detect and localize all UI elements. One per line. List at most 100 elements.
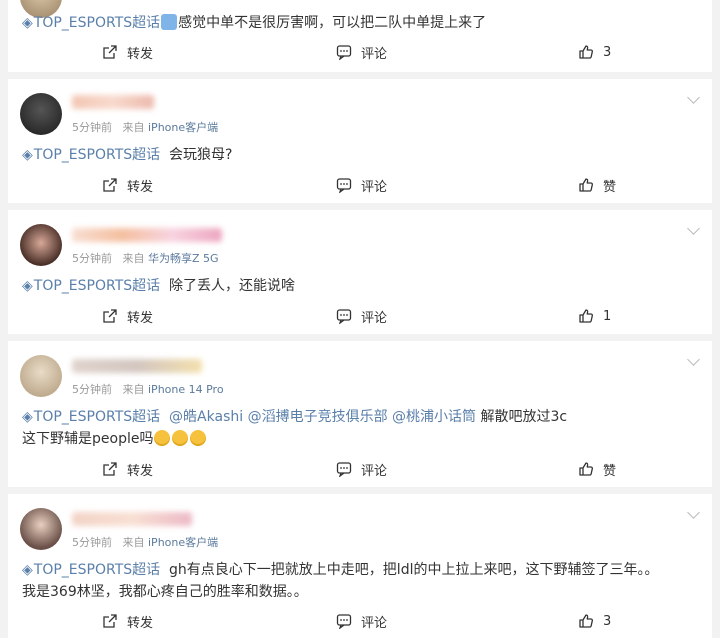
comment-label: 评论 bbox=[361, 310, 388, 326]
comment-button[interactable]: 评论 bbox=[336, 611, 387, 631]
avatar[interactable] bbox=[20, 93, 62, 135]
supertopic-tag[interactable]: ◈TOP_ESPORTS超话 bbox=[22, 147, 160, 163]
supertopic-tag[interactable]: ◈TOP_ESPORTS超话 bbox=[22, 562, 160, 578]
mention-link[interactable]: @桃浦小话筒 bbox=[392, 409, 476, 425]
timestamp: 5分钟前 bbox=[72, 252, 112, 265]
like-count: 3 bbox=[603, 613, 612, 629]
comment-card: 5分钟前 来自 iPhone客户端 ◈TOP_ESPORTS超话 gh有点良心下… bbox=[8, 494, 712, 638]
comment-card: 5分钟前 来自 华为畅享Z 5G ◈TOP_ESPORTS超话 除了丢人，还能说… bbox=[8, 210, 712, 334]
comment-button[interactable]: 评论 bbox=[336, 42, 387, 62]
like-button[interactable]: 3 bbox=[578, 611, 611, 631]
post-meta: 5分钟前 来自 iPhone 14 Pro bbox=[72, 381, 224, 397]
action-bar: 转发 评论 赞 bbox=[8, 459, 712, 479]
forward-button[interactable]: 转发 bbox=[102, 175, 153, 195]
thumbs-up-icon bbox=[578, 613, 594, 629]
emoji-icon bbox=[161, 14, 178, 30]
diamond-icon: ◈ bbox=[22, 15, 33, 31]
thumbs-up-icon bbox=[578, 177, 594, 193]
comment-label: 评论 bbox=[361, 463, 388, 479]
username-blurred[interactable] bbox=[72, 512, 192, 526]
chevron-down-icon[interactable] bbox=[687, 91, 700, 104]
emoji-icon bbox=[190, 430, 207, 446]
forward-button[interactable]: 转发 bbox=[102, 459, 153, 479]
comment-icon bbox=[336, 461, 352, 477]
forward-button[interactable]: 转发 bbox=[102, 611, 153, 631]
forward-label: 转发 bbox=[127, 463, 154, 479]
source-device: iPhone客户端 bbox=[148, 121, 219, 134]
share-icon bbox=[102, 44, 118, 60]
comment-feed: ◈TOP_ESPORTS超话 感觉中单不是很厉害啊，可以把二队中单提上来了 转发 … bbox=[0, 0, 720, 638]
username-blurred[interactable] bbox=[72, 95, 154, 109]
comment-button[interactable]: 评论 bbox=[336, 306, 387, 326]
thumbs-up-icon bbox=[578, 461, 594, 477]
emoji-icon bbox=[172, 430, 189, 446]
share-icon bbox=[102, 461, 118, 477]
source-prefix: 来自 bbox=[122, 383, 145, 396]
source-prefix: 来自 bbox=[122, 536, 145, 549]
timestamp: 5分钟前 bbox=[72, 383, 112, 396]
source-prefix: 来自 bbox=[122, 252, 145, 265]
source-device: 华为畅享Z 5G bbox=[148, 252, 219, 265]
like-button[interactable]: 赞 bbox=[578, 175, 616, 195]
source-device: iPhone 14 Pro bbox=[148, 383, 224, 396]
comment-card: 5分钟前 来自 iPhone 14 Pro ◈TOP_ESPORTS超话 @皓A… bbox=[8, 341, 712, 487]
thumbs-up-icon bbox=[578, 308, 594, 324]
diamond-icon: ◈ bbox=[22, 409, 33, 425]
avatar[interactable] bbox=[20, 508, 62, 550]
comment-icon bbox=[336, 308, 352, 324]
comment-label: 评论 bbox=[361, 615, 388, 631]
chevron-down-icon[interactable] bbox=[687, 222, 700, 235]
share-icon bbox=[102, 177, 118, 193]
supertopic-tag[interactable]: ◈TOP_ESPORTS超话 bbox=[22, 409, 160, 425]
like-button[interactable]: 1 bbox=[578, 306, 611, 326]
forward-button[interactable]: 转发 bbox=[102, 42, 153, 62]
forward-label: 转发 bbox=[127, 179, 154, 195]
post-meta: 5分钟前 来自 iPhone客户端 bbox=[72, 119, 218, 135]
forward-button[interactable]: 转发 bbox=[102, 306, 153, 326]
chevron-down-icon[interactable] bbox=[687, 506, 700, 519]
comment-content: ◈TOP_ESPORTS超话 除了丢人，还能说啥 bbox=[22, 278, 296, 294]
diamond-icon: ◈ bbox=[22, 562, 33, 578]
comment-icon bbox=[336, 177, 352, 193]
supertopic-tag[interactable]: ◈TOP_ESPORTS超话 bbox=[22, 278, 160, 294]
thumbs-up-icon bbox=[578, 44, 594, 60]
post-meta: 5分钟前 来自 iPhone客户端 bbox=[72, 534, 218, 550]
action-bar: 转发 评论 赞 bbox=[8, 175, 712, 195]
like-count: 1 bbox=[603, 308, 612, 324]
share-icon bbox=[102, 613, 118, 629]
avatar[interactable] bbox=[20, 355, 62, 397]
username-blurred[interactable] bbox=[72, 359, 202, 373]
comment-label: 评论 bbox=[361, 46, 388, 62]
comment-content: ◈TOP_ESPORTS超话 感觉中单不是很厉害啊，可以把二队中单提上来了 bbox=[22, 14, 487, 31]
forward-label: 转发 bbox=[127, 310, 154, 326]
mention-link[interactable]: @滔搏电子竞技俱乐部 bbox=[248, 409, 388, 425]
action-bar: 转发 评论 3 bbox=[8, 42, 712, 62]
comment-content: ◈TOP_ESPORTS超话 gh有点良心下一把就放上中走吧，把ldl的中上拉上… bbox=[22, 562, 659, 600]
forward-label: 转发 bbox=[127, 46, 154, 62]
source-device: iPhone客户端 bbox=[148, 536, 219, 549]
like-button[interactable]: 赞 bbox=[578, 459, 616, 479]
comment-icon bbox=[336, 44, 352, 60]
comment-button[interactable]: 评论 bbox=[336, 175, 387, 195]
avatar[interactable] bbox=[20, 224, 62, 266]
like-count: 赞 bbox=[603, 463, 617, 479]
supertopic-tag[interactable]: ◈TOP_ESPORTS超话 bbox=[22, 15, 160, 31]
comment-card: 5分钟前 来自 iPhone客户端 ◈TOP_ESPORTS超话 会玩狼母? 转… bbox=[8, 79, 712, 203]
forward-label: 转发 bbox=[127, 615, 154, 631]
timestamp: 5分钟前 bbox=[72, 121, 112, 134]
action-bar: 转发 评论 1 bbox=[8, 306, 712, 326]
comment-icon bbox=[336, 613, 352, 629]
source-prefix: 来自 bbox=[122, 121, 145, 134]
mention-link[interactable]: @皓Akashi bbox=[169, 409, 243, 425]
emoji-icon bbox=[154, 430, 171, 446]
like-count: 3 bbox=[603, 44, 612, 60]
like-button[interactable]: 3 bbox=[578, 42, 611, 62]
comment-button[interactable]: 评论 bbox=[336, 459, 387, 479]
comment-label: 评论 bbox=[361, 179, 388, 195]
chevron-down-icon[interactable] bbox=[687, 353, 700, 366]
share-icon bbox=[102, 308, 118, 324]
like-count: 赞 bbox=[603, 179, 617, 195]
comment-card: ◈TOP_ESPORTS超话 感觉中单不是很厉害啊，可以把二队中单提上来了 转发 … bbox=[8, 0, 712, 72]
post-meta: 5分钟前 来自 华为畅享Z 5G bbox=[72, 250, 219, 266]
username-blurred[interactable] bbox=[72, 228, 222, 242]
